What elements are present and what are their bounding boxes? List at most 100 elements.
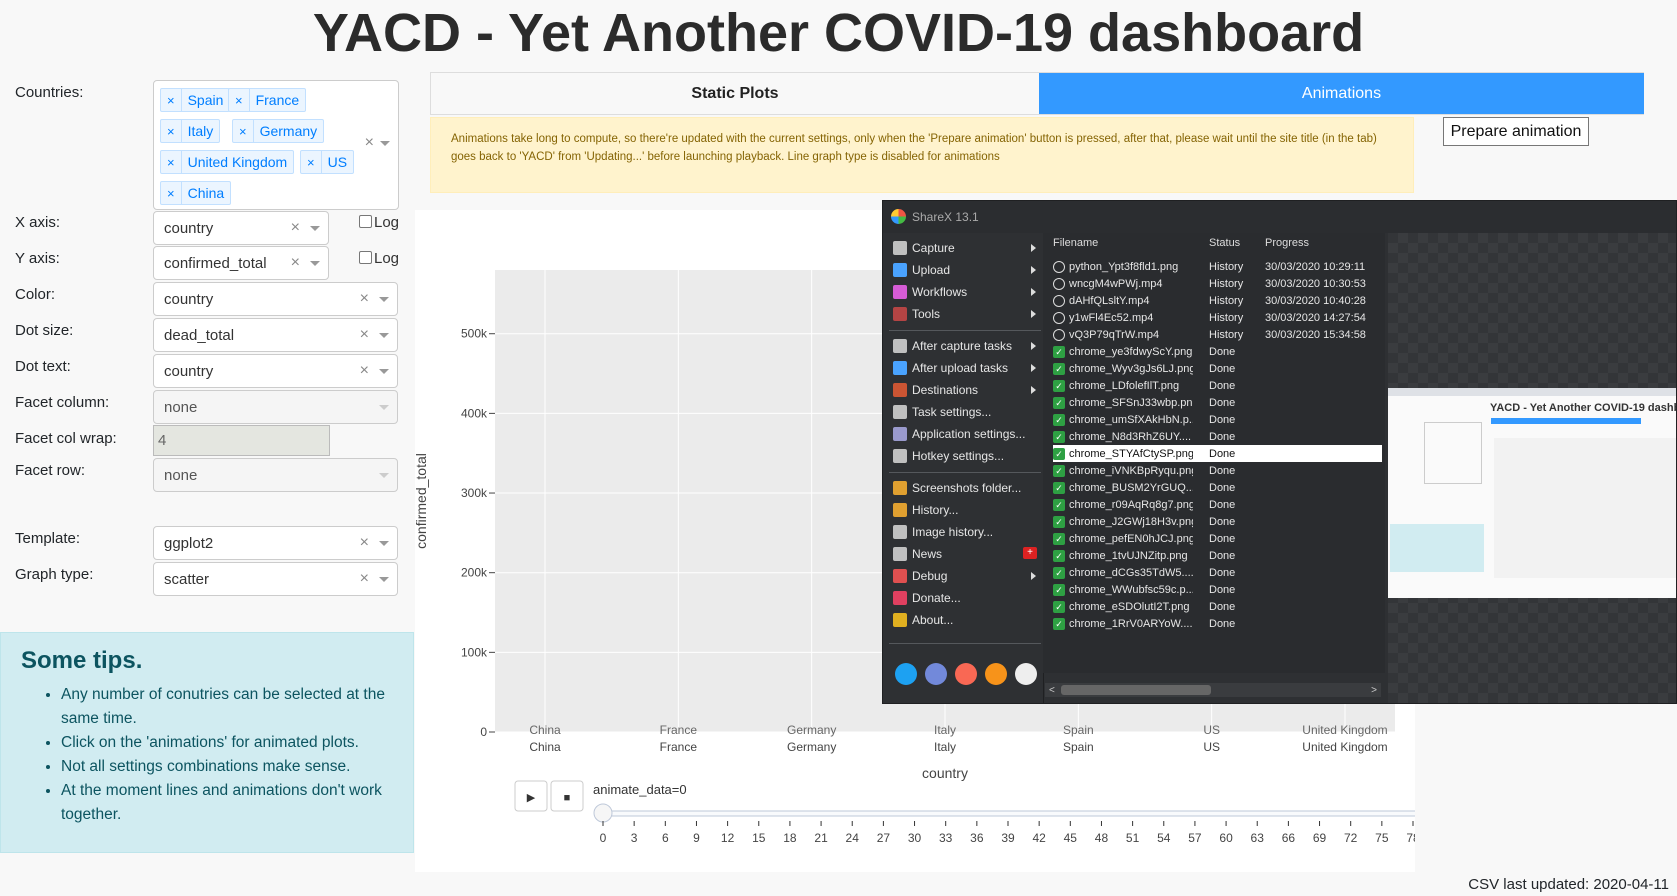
task-row[interactable]: ✓ chrome_WWubfsc59c.p... Done — [1053, 581, 1382, 598]
checkbox-icon[interactable] — [359, 251, 372, 264]
tab-animations[interactable]: Animations — [1039, 73, 1644, 114]
y-tick-label: 200k — [461, 566, 488, 580]
animation-slider-handle[interactable] — [593, 803, 613, 823]
chevron-down-icon[interactable] — [380, 141, 390, 146]
remove-tag-icon[interactable]: × — [161, 182, 182, 204]
twitter-icon[interactable] — [895, 663, 917, 685]
dot-size-dropdown[interactable]: dead_total × — [153, 318, 398, 352]
task-row[interactable]: ✓ chrome_r09AqRq8g7.png Done — [1053, 496, 1382, 513]
task-row[interactable]: y1wFl4Ec52.mp4 History 30/03/2020 14:27:54 — [1053, 309, 1382, 326]
country-tag[interactable]: × Germany — [232, 119, 325, 143]
scroll-thumb[interactable] — [1061, 685, 1211, 695]
clear-icon[interactable]: × — [360, 534, 369, 552]
chevron-down-icon[interactable] — [379, 369, 389, 374]
remove-tag-icon[interactable]: × — [301, 151, 322, 173]
x-category-label: Germany — [787, 740, 836, 754]
clear-icon[interactable]: × — [291, 254, 300, 272]
task-row[interactable]: ✓ chrome_SFSnJ33wbp.png Done — [1053, 394, 1382, 411]
task-row[interactable]: ✓ chrome_J2GWj18H3v.png Done — [1053, 513, 1382, 530]
bitcoin-icon[interactable] — [985, 663, 1007, 685]
horizontal-scrollbar[interactable]: < > — [1045, 683, 1381, 697]
chevron-down-icon[interactable] — [379, 577, 389, 582]
remove-tag-icon[interactable]: × — [233, 120, 254, 142]
patreon-icon[interactable] — [955, 663, 977, 685]
y-log-checkbox[interactable]: Log — [359, 250, 399, 267]
discord-icon[interactable] — [925, 663, 947, 685]
checkbox-icon[interactable] — [359, 215, 372, 228]
chevron-down-icon[interactable] — [310, 226, 320, 231]
task-status: Done — [1209, 549, 1236, 562]
csv-last-updated: CSV last updated: 2020-04-11 — [1468, 876, 1669, 893]
clear-countries-icon[interactable]: × — [365, 134, 374, 152]
task-row[interactable]: ✓ chrome_eSDOlutI2T.png Done — [1053, 598, 1382, 615]
graph-type-dropdown[interactable]: scatter × — [153, 562, 398, 596]
task-row[interactable]: ✓ chrome_LDfolefIlT.png Done — [1053, 377, 1382, 394]
remove-tag-icon[interactable]: × — [161, 151, 182, 173]
task-row[interactable]: ✓ chrome_Wyv3gJs6LJ.png Done — [1053, 360, 1382, 377]
clear-icon[interactable]: × — [291, 219, 300, 237]
country-tag[interactable]: × Spain — [160, 88, 231, 112]
task-row[interactable]: dAHfQLsltY.mp4 History 30/03/2020 10:40:28 — [1053, 292, 1382, 309]
x-axis-dropdown[interactable]: country × — [153, 211, 329, 245]
task-row[interactable]: ✓ chrome_STYAfCtySP.png Done — [1053, 445, 1382, 462]
country-tag[interactable]: × US — [300, 150, 355, 174]
clear-icon[interactable]: × — [360, 570, 369, 588]
remove-tag-icon[interactable]: × — [161, 89, 182, 111]
clear-icon[interactable]: × — [360, 326, 369, 344]
task-status: History — [1209, 328, 1244, 341]
chevron-down-icon[interactable] — [379, 333, 389, 338]
country-tag[interactable]: × China — [160, 181, 232, 205]
scroll-left-icon[interactable]: < — [1049, 685, 1055, 696]
task-row[interactable]: python_Ypt3f8fld1.png History 30/03/2020 1… — [1053, 258, 1382, 275]
dot-text-label: Dot text: — [15, 358, 71, 375]
chevron-down-icon[interactable] — [379, 297, 389, 302]
facet-col-wrap-label: Facet col wrap: — [15, 430, 117, 447]
chevron-down-icon[interactable] — [310, 261, 320, 266]
color-dropdown[interactable]: country × — [153, 282, 398, 316]
y-axis-dropdown[interactable]: confirmed_total × — [153, 246, 329, 280]
countries-multiselect[interactable]: × Spain × France × Italy × Germany × United Kingd… — [153, 80, 399, 210]
facet-row-dropdown[interactable]: none — [153, 458, 398, 492]
task-filename: chrome_pefEN0hJCJ.png — [1069, 532, 1193, 545]
scroll-right-icon[interactable]: > — [1371, 685, 1377, 696]
slider-tick-label: 63 — [1251, 831, 1265, 845]
clear-icon[interactable]: × — [360, 290, 369, 308]
play-icon[interactable]: ▶ — [527, 792, 536, 804]
task-row[interactable]: ✓ chrome_ye3fdwyScY.png Done — [1053, 343, 1382, 360]
country-tag[interactable]: × United Kingdom — [160, 150, 295, 174]
stop-icon[interactable]: ■ — [564, 792, 571, 804]
sharex-window[interactable]: ShareX 13.1 Capture Upload Workflows Tools A… — [882, 200, 1677, 704]
prepare-animation-button[interactable]: Prepare animation — [1443, 117, 1589, 146]
task-row[interactable]: wncgM4wPWj.mp4 History 30/03/2020 10:30:53 — [1053, 275, 1382, 292]
template-dropdown[interactable]: ggplot2 × — [153, 526, 398, 560]
tab-static-plots[interactable]: Static Plots — [431, 73, 1039, 114]
y-tick-label: 500k — [461, 327, 488, 341]
preview-plot — [1494, 438, 1676, 578]
task-row[interactable]: ✓ chrome_1tvUJNZitp.png Done — [1053, 547, 1382, 564]
facet-column-dropdown[interactable]: none — [153, 390, 398, 424]
task-row[interactable]: ✓ chrome_1RrV0ARYoW.... Done — [1053, 615, 1382, 632]
dot-text-dropdown[interactable]: country × — [153, 354, 398, 388]
x-log-checkbox[interactable]: Log — [359, 214, 399, 231]
chevron-down-icon[interactable] — [379, 541, 389, 546]
task-row[interactable]: ✓ chrome_dCGs35TdW5.... Done — [1053, 564, 1382, 581]
facet-col-wrap-input[interactable]: 4 — [153, 425, 330, 456]
task-row[interactable]: ✓ chrome_pefEN0hJCJ.png Done — [1053, 530, 1382, 547]
task-row[interactable]: ✓ chrome_N8d3RhZ6UY.... Done — [1053, 428, 1382, 445]
y-axis-label: Y axis: — [15, 250, 60, 267]
task-row[interactable]: ✓ chrome_iVNKBpRyqu.png Done — [1053, 462, 1382, 479]
task-filename: python_Ypt3f8fld1.png — [1069, 260, 1179, 273]
country-tag-label: Spain — [187, 92, 224, 108]
task-row[interactable]: ✓ chrome_BUSM2YrGUQ.... Done — [1053, 479, 1382, 496]
animation-slider-rail[interactable] — [594, 810, 1421, 817]
task-row[interactable]: ✓ chrome_umSfXAkHbN.p... Done — [1053, 411, 1382, 428]
task-row[interactable]: vQ3P79qTrW.mp4 History 30/03/2020 15:34:58 — [1053, 326, 1382, 343]
github-icon[interactable] — [1015, 663, 1037, 685]
x-category-label-top: US — [1203, 723, 1220, 737]
slider-tick-label: 36 — [970, 831, 984, 845]
clear-icon[interactable]: × — [360, 362, 369, 380]
country-tag[interactable]: × Italy — [160, 119, 221, 143]
remove-tag-icon[interactable]: × — [161, 120, 182, 142]
country-tag[interactable]: × France — [228, 88, 307, 112]
remove-tag-icon[interactable]: × — [229, 89, 250, 111]
